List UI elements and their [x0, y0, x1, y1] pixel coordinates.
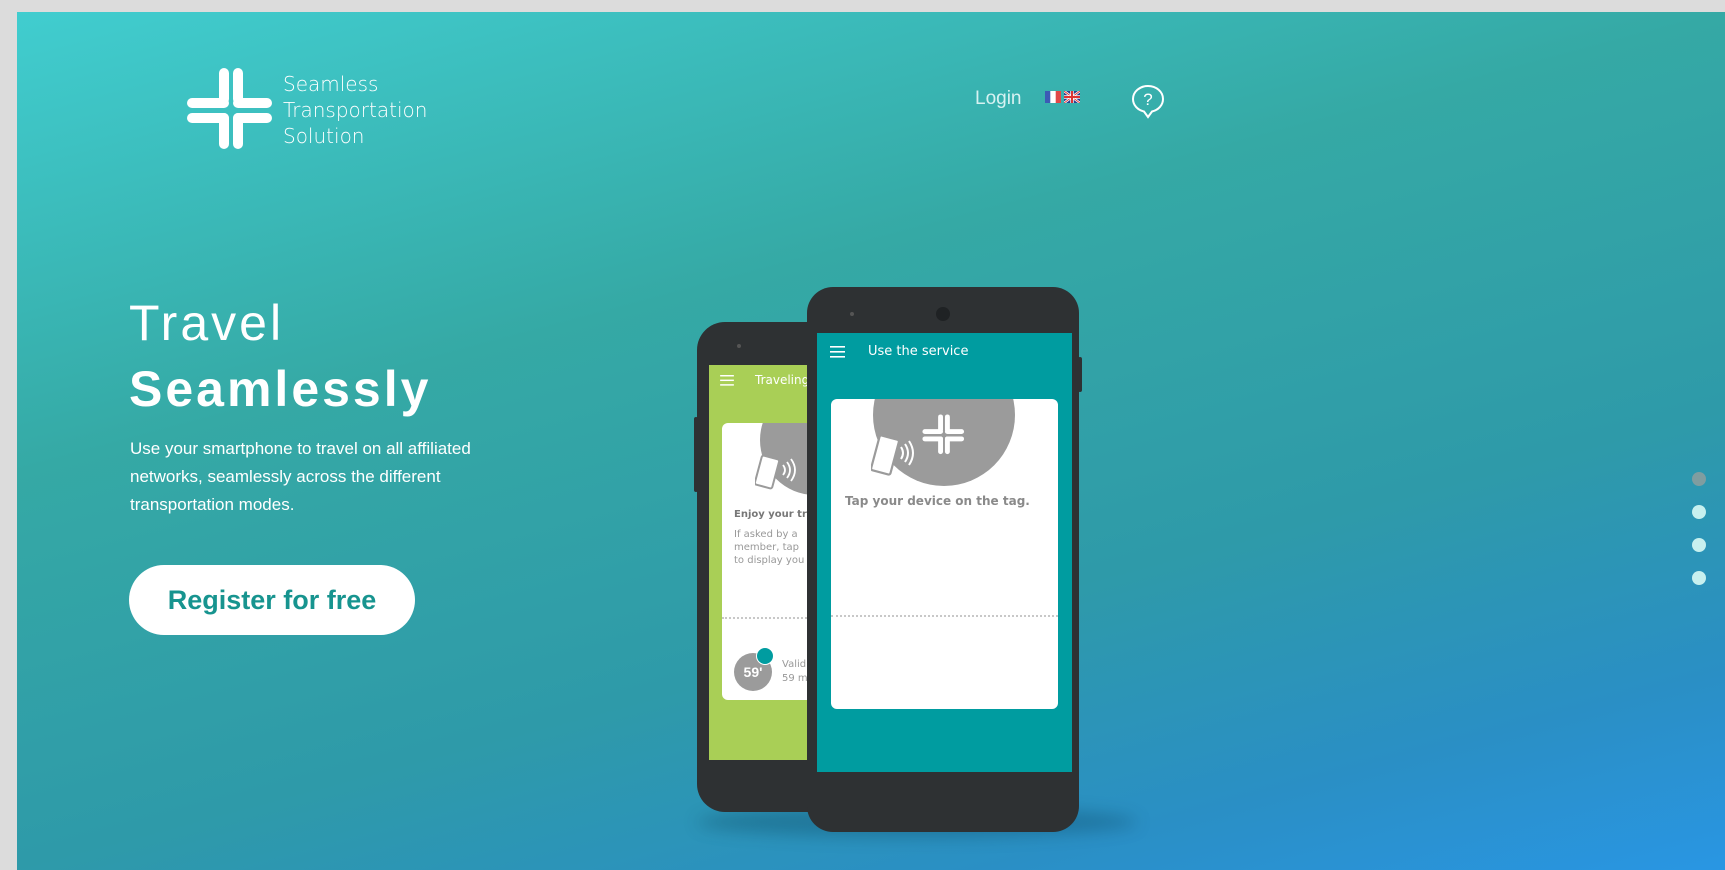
phones-illustration: Traveling Enjoy your tra If asked by a m… [694, 287, 1137, 847]
brand-logo[interactable]: Seamless Transportation Solution [184, 65, 434, 165]
logo-line-1: Seamless [283, 72, 379, 96]
pager-dot-2[interactable] [1692, 505, 1706, 519]
landing-page: Seamless Transportation Solution Login ?… [17, 12, 1725, 870]
timer-badge-marker [756, 647, 774, 665]
front-phone: Use the service Tap your device on the t… [807, 287, 1082, 832]
logo-line-3: Solution [283, 124, 365, 148]
language-switcher [1045, 91, 1080, 103]
front-phone-camera [936, 307, 950, 321]
logo-mark-icon [922, 414, 965, 455]
back-card-line-1: If asked by a [734, 529, 798, 540]
uk-flag-icon[interactable] [1064, 91, 1080, 103]
front-phone-sensor [850, 312, 854, 316]
card-divider [831, 615, 1058, 617]
help-icon[interactable]: ? [1130, 83, 1166, 119]
hero-description: Use your smartphone to travel on all aff… [130, 439, 471, 514]
valid-line-2: 59 m [782, 673, 808, 684]
hero-title-line-1: Travel [129, 295, 285, 351]
phone-tap-icon [755, 454, 796, 490]
valid-line-1: Valid [782, 659, 807, 670]
login-link[interactable]: Login [975, 88, 1022, 110]
back-card-line-3: to display you [734, 555, 805, 566]
register-button[interactable]: Register for free [129, 565, 415, 635]
front-phone-side-button [1078, 357, 1082, 392]
back-card-heading: Enjoy your tra [734, 509, 814, 520]
back-phone-title: Traveling [755, 373, 810, 387]
menu-icon [720, 375, 734, 386]
pager-dot-1[interactable] [1692, 472, 1706, 486]
phone-tap-icon [871, 434, 914, 476]
hero-title-line-2: Seamlessly [129, 361, 432, 417]
back-card-line-2: member, tap [734, 542, 799, 553]
front-phone-card: Tap your device on the tag. [831, 399, 1058, 709]
logo-mark-icon [187, 68, 272, 149]
tap-instruction: Tap your device on the tag. [845, 494, 1030, 508]
front-phone-screen: Use the service Tap your device on the t… [817, 333, 1072, 772]
front-phone-title: Use the service [868, 344, 969, 359]
logo-line-2: Transportation [283, 98, 428, 122]
pager-dot-3[interactable] [1692, 538, 1706, 552]
logo-wordmark: Seamless Transportation Solution [283, 71, 427, 149]
slide-pager [1692, 472, 1708, 604]
back-phone-side-button [694, 417, 698, 492]
timer-badge-value: 59' [743, 664, 763, 680]
pager-dot-4[interactable] [1692, 571, 1706, 585]
back-phone-camera [737, 344, 741, 348]
french-flag-icon[interactable] [1045, 91, 1061, 103]
front-phone-header: Use the service [817, 333, 1072, 373]
help-icon-glyph: ? [1143, 90, 1152, 109]
menu-icon [830, 346, 845, 358]
